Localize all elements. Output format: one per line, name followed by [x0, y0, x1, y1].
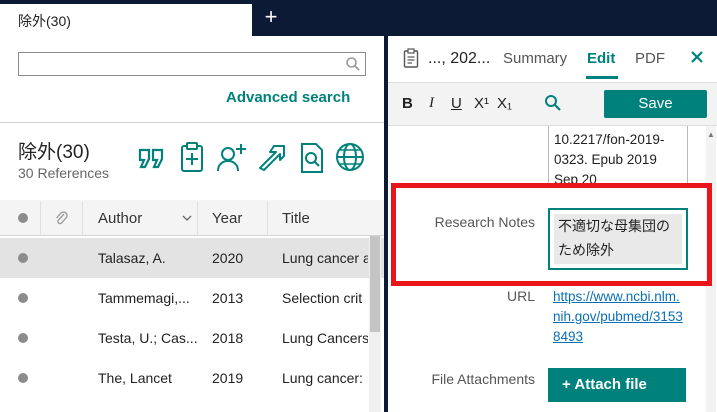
read-status-dot — [18, 293, 28, 303]
reference-title: ..., 202... — [428, 50, 491, 67]
globe-icon[interactable] — [334, 140, 366, 174]
tab-pdf[interactable]: PDF — [635, 50, 665, 67]
share-user-icon[interactable] — [216, 140, 248, 174]
tab-summary[interactable]: Summary — [503, 50, 567, 67]
read-status-dot — [18, 253, 28, 263]
scroll-up-icon[interactable]: ▲ — [707, 130, 715, 139]
column-header-author[interactable]: Author — [98, 210, 142, 227]
search-input[interactable] — [18, 52, 366, 76]
row-title: Lung Cancers — [282, 330, 368, 346]
tab-bar: 除外(30) + — [0, 0, 717, 36]
list-scrollbar[interactable] — [369, 236, 381, 412]
search-icon[interactable] — [345, 56, 361, 72]
group-title: 除外(30) — [18, 142, 90, 163]
export-arrow-icon[interactable] — [256, 140, 288, 174]
find-fulltext-icon[interactable] — [296, 140, 328, 174]
row-year: 2019 — [212, 370, 244, 386]
close-icon[interactable] — [690, 50, 704, 64]
column-divider — [82, 201, 83, 235]
cite-quote-icon[interactable] — [136, 140, 168, 174]
notes-field-text[interactable]: 10.2217/fon-2019-0323. Epub 2019 Sep 20 — [548, 126, 688, 184]
italic-button[interactable]: I — [429, 95, 434, 112]
row-author: The, Lancet — [98, 370, 172, 386]
read-status-dot — [18, 333, 28, 343]
row-title: Lung cancer: — [282, 370, 363, 386]
table-header: Author Year Title — [0, 200, 384, 236]
row-year: 2020 — [212, 250, 244, 266]
scrollbar-thumb[interactable] — [370, 236, 380, 332]
url-field[interactable]: https://www.ncbi.nlm.nih.gov/pubmed/3153… — [548, 286, 688, 348]
edit-toolbar: B I U X¹ X₁ Save — [388, 82, 717, 126]
row-year: 2018 — [212, 330, 244, 346]
row-title: Lung cancer a — [282, 250, 368, 266]
bold-button[interactable]: B — [402, 95, 413, 112]
table-row[interactable]: Talasaz, A. 2020 Lung cancer a — [0, 238, 384, 278]
underline-button[interactable]: U — [451, 95, 462, 112]
url-link[interactable]: https://www.ncbi.nlm.nih.gov/pubmed/3153… — [553, 289, 683, 344]
attachment-header-icon[interactable] — [54, 210, 68, 226]
row-year: 2013 — [212, 290, 244, 306]
row-author: Tammemagi,... — [98, 290, 190, 306]
table-row[interactable]: Tammemagi,... 2013 Selection crit — [0, 278, 384, 318]
chevron-down-icon[interactable] — [182, 214, 192, 222]
tab-label: 除外(30) — [18, 13, 71, 29]
table-row[interactable]: Testa, U.; Cas... 2018 Lung Cancers — [0, 318, 384, 358]
superscript-button[interactable]: X¹ — [474, 95, 489, 112]
url-label: URL — [506, 288, 535, 304]
advanced-search-link[interactable]: Advanced search — [226, 89, 350, 106]
divider — [0, 122, 384, 123]
reference-list-panel: Advanced search 除外(30) 30 References Aut… — [0, 36, 384, 412]
column-divider — [40, 201, 41, 235]
column-header-year[interactable]: Year — [212, 210, 242, 227]
subscript-button[interactable]: X₁ — [497, 95, 512, 112]
new-tab-button[interactable]: + — [262, 6, 280, 28]
detail-header: ..., 202... Summary Edit PDF — [388, 36, 717, 82]
search-icon[interactable] — [544, 94, 562, 112]
active-tab-indicator — [586, 76, 618, 79]
column-divider — [267, 201, 268, 235]
column-divider — [197, 201, 198, 235]
attach-file-button[interactable]: + Attach file — [548, 368, 686, 402]
read-status-header-icon[interactable] — [18, 213, 28, 223]
clipboard-icon — [403, 48, 419, 68]
row-author: Talasaz, A. — [98, 250, 166, 266]
tab-exclusion-group[interactable]: 除外(30) — [0, 4, 252, 36]
tab-edit[interactable]: Edit — [587, 50, 615, 67]
row-author: Testa, U.; Cas... — [98, 330, 198, 346]
file-attachments-label: File Attachments — [431, 371, 536, 387]
add-to-group-icon[interactable] — [176, 140, 208, 174]
table-row[interactable]: The, Lancet 2019 Lung cancer: — [0, 358, 384, 398]
reference-count: 30 References — [18, 165, 110, 181]
column-header-title[interactable]: Title — [282, 210, 310, 227]
highlight-annotation-box — [391, 183, 712, 286]
read-status-dot — [18, 373, 28, 383]
row-title: Selection crit — [282, 290, 363, 306]
save-button[interactable]: Save — [604, 90, 707, 118]
